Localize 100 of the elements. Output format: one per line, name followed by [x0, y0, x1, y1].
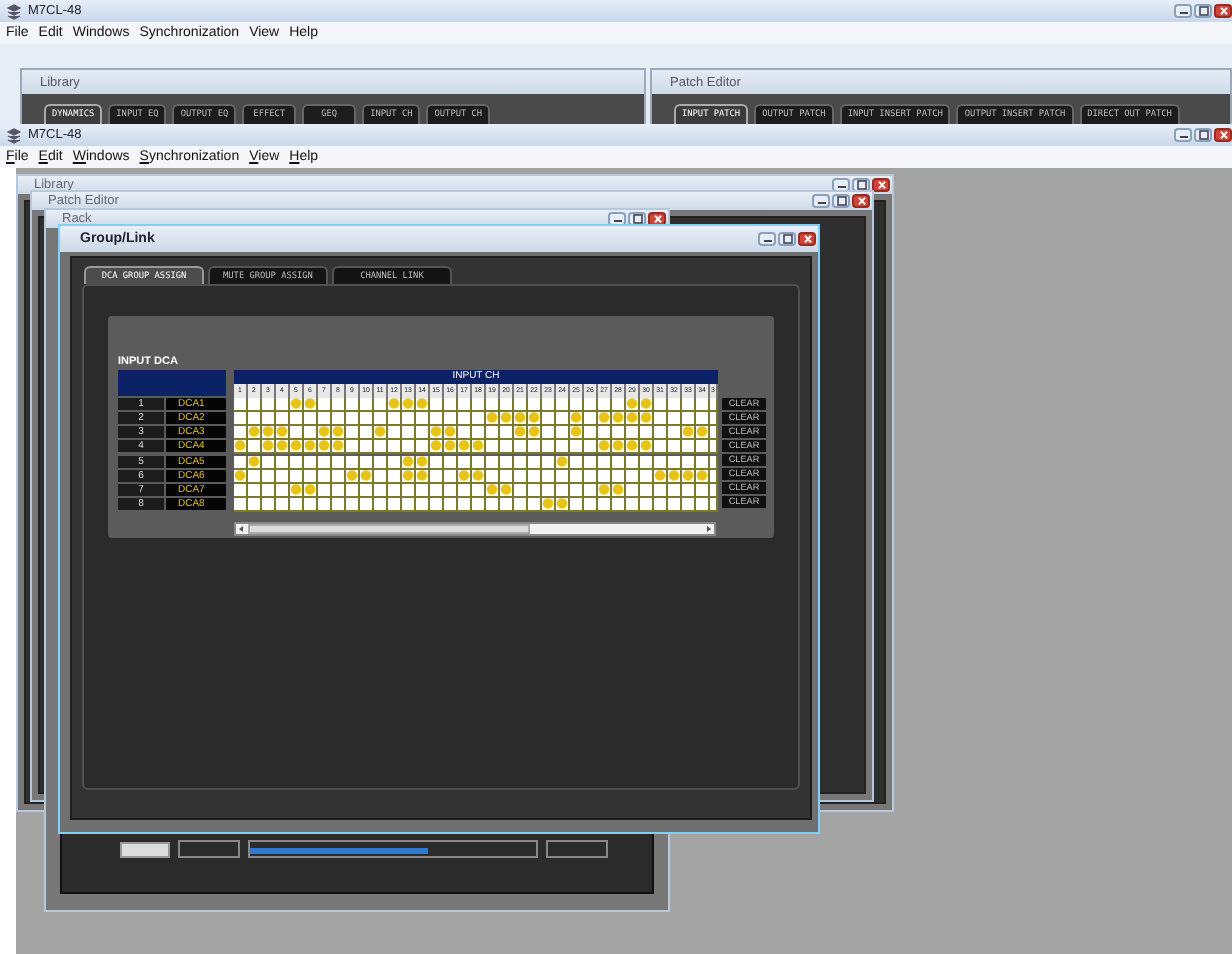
grid-cell[interactable]	[556, 498, 570, 512]
grid-cell[interactable]	[668, 426, 682, 440]
grid-cell[interactable]	[248, 440, 262, 454]
grid-cell[interactable]	[332, 456, 346, 470]
scroll-thumb[interactable]	[248, 524, 530, 534]
grid-cell[interactable]	[528, 484, 542, 498]
grid-cell[interactable]	[486, 470, 500, 484]
grid-cell[interactable]	[388, 456, 402, 470]
grid-cell[interactable]	[696, 398, 710, 412]
grid-cell[interactable]	[710, 440, 718, 454]
grid-cell[interactable]	[318, 456, 332, 470]
rack-field[interactable]	[178, 840, 240, 858]
grid-cell[interactable]	[682, 398, 696, 412]
grid-cell[interactable]	[262, 440, 276, 454]
grid-cell[interactable]	[500, 484, 514, 498]
grid-cell[interactable]	[304, 440, 318, 454]
grid-cell[interactable]	[234, 426, 248, 440]
grid-cell[interactable]	[290, 470, 304, 484]
grid-cell[interactable]	[234, 484, 248, 498]
grid-cell[interactable]	[584, 470, 598, 484]
grid-cell[interactable]	[374, 398, 388, 412]
grid-cell[interactable]	[584, 426, 598, 440]
grid-cell[interactable]	[598, 440, 612, 454]
grid-cell[interactable]	[570, 456, 584, 470]
grid-cell[interactable]	[290, 398, 304, 412]
grid-cell[interactable]	[682, 456, 696, 470]
grid-cell[interactable]	[556, 412, 570, 426]
grid-cell[interactable]	[416, 498, 430, 512]
grid-cell[interactable]	[262, 470, 276, 484]
grid-cell[interactable]	[304, 470, 318, 484]
grid-cell[interactable]	[710, 484, 718, 498]
grid-cell[interactable]	[584, 498, 598, 512]
grid-cell[interactable]	[416, 440, 430, 454]
grid-cell[interactable]	[584, 398, 598, 412]
grid-cell[interactable]	[458, 498, 472, 512]
grid-cell[interactable]	[388, 470, 402, 484]
grid-cell[interactable]	[556, 456, 570, 470]
grid-cell[interactable]	[304, 498, 318, 512]
grid-cell[interactable]	[332, 412, 346, 426]
grid-cell[interactable]	[570, 470, 584, 484]
grid-cell[interactable]	[514, 412, 528, 426]
grid-cell[interactable]	[416, 456, 430, 470]
grid-cell[interactable]	[458, 412, 472, 426]
grid-cell[interactable]	[430, 470, 444, 484]
grid-cell[interactable]	[262, 412, 276, 426]
grid-cell[interactable]	[570, 440, 584, 454]
grid-cell[interactable]	[276, 412, 290, 426]
grid-cell[interactable]	[710, 426, 718, 440]
grid-cell[interactable]	[318, 426, 332, 440]
grid-cell[interactable]	[346, 440, 360, 454]
grid-cell[interactable]	[248, 470, 262, 484]
grid-cell[interactable]	[430, 398, 444, 412]
grid-cell[interactable]	[388, 484, 402, 498]
grid-cell[interactable]	[626, 440, 640, 454]
grid-cell[interactable]	[276, 470, 290, 484]
grid-cell[interactable]	[346, 398, 360, 412]
grid-cell[interactable]	[654, 498, 668, 512]
grid-cell[interactable]	[472, 412, 486, 426]
grid-cell[interactable]	[486, 484, 500, 498]
grid-cell[interactable]	[654, 440, 668, 454]
grid-cell[interactable]	[234, 498, 248, 512]
grid-cell[interactable]	[668, 398, 682, 412]
grid-cell[interactable]	[346, 498, 360, 512]
grid-cell[interactable]	[640, 456, 654, 470]
grid-cell[interactable]	[402, 412, 416, 426]
grid-cell[interactable]	[514, 456, 528, 470]
grid-cell[interactable]	[584, 412, 598, 426]
grid-cell[interactable]	[598, 412, 612, 426]
grid-cell[interactable]	[444, 456, 458, 470]
grid-cell[interactable]	[500, 498, 514, 512]
grid-cell[interactable]	[696, 456, 710, 470]
grid-cell[interactable]	[486, 440, 500, 454]
grid-cell[interactable]	[248, 498, 262, 512]
grid-cell[interactable]	[304, 412, 318, 426]
grid-cell[interactable]	[374, 456, 388, 470]
grid-cell[interactable]	[556, 484, 570, 498]
level-bar[interactable]	[248, 840, 538, 858]
grid-cell[interactable]	[528, 412, 542, 426]
grid-cell[interactable]	[360, 498, 374, 512]
rack-field[interactable]	[546, 840, 608, 858]
grid-cell[interactable]	[486, 456, 500, 470]
grid-cell[interactable]	[290, 456, 304, 470]
grid-cell[interactable]	[654, 412, 668, 426]
grid-cell[interactable]	[486, 426, 500, 440]
grid-cell[interactable]	[430, 440, 444, 454]
grid-cell[interactable]	[388, 398, 402, 412]
grid-cell[interactable]	[514, 498, 528, 512]
minimize-button[interactable]	[812, 194, 830, 208]
scrollbar[interactable]	[234, 522, 716, 536]
grid-cell[interactable]	[458, 470, 472, 484]
grid-cell[interactable]	[416, 398, 430, 412]
grid-cell[interactable]	[514, 470, 528, 484]
grid-cell[interactable]	[626, 426, 640, 440]
grid-cell[interactable]	[486, 398, 500, 412]
grid-cell[interactable]	[318, 484, 332, 498]
grid-cell[interactable]	[542, 456, 556, 470]
grid-cell[interactable]	[612, 484, 626, 498]
grid-cell[interactable]	[584, 456, 598, 470]
grid-cell[interactable]	[444, 484, 458, 498]
grid-cell[interactable]	[556, 398, 570, 412]
